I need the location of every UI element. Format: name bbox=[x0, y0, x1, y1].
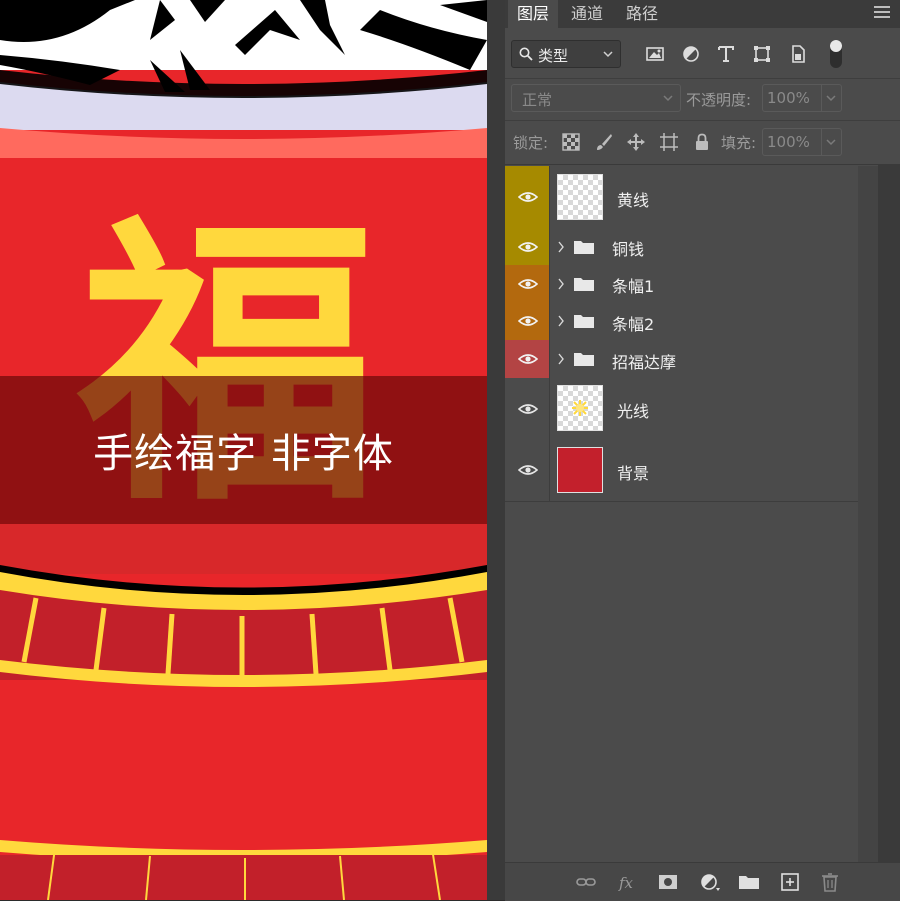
tab-paths[interactable]: 路径 bbox=[616, 0, 668, 28]
lock-artboard-icon[interactable] bbox=[659, 132, 679, 152]
panel-tabs: 图层 通道 路径 bbox=[505, 0, 900, 28]
chevron-right-icon[interactable] bbox=[557, 314, 565, 328]
layer-thumbnail bbox=[557, 385, 603, 431]
layers-bottom-bar: fx bbox=[505, 862, 900, 901]
eye-icon bbox=[518, 403, 538, 414]
type-filter-icon[interactable] bbox=[716, 44, 736, 64]
caption-overlay: 手绘福字 非字体 bbox=[0, 376, 487, 524]
visibility-toggle[interactable] bbox=[505, 302, 550, 340]
opacity-label: 不透明度: bbox=[686, 91, 752, 109]
smart-object-filter-icon[interactable] bbox=[788, 44, 808, 64]
layer-row[interactable]: 条幅2 bbox=[505, 302, 858, 341]
layer-name[interactable]: 条幅1 bbox=[612, 273, 654, 297]
shape-filter-icon[interactable] bbox=[752, 44, 772, 64]
pixel-filter-icon[interactable] bbox=[645, 44, 665, 64]
lock-transparent-pixels-icon[interactable] bbox=[561, 132, 581, 152]
lock-position-icon[interactable] bbox=[626, 132, 646, 152]
chevron-right-icon[interactable] bbox=[557, 352, 565, 366]
adjustment-layer-icon[interactable] bbox=[699, 872, 721, 892]
filter-toggle-switch[interactable] bbox=[830, 40, 842, 68]
chevron-right-icon[interactable] bbox=[557, 277, 565, 291]
opacity-field[interactable]: 100% bbox=[762, 84, 822, 112]
layer-row[interactable]: 招福达摩 bbox=[505, 340, 858, 379]
layer-thumbnail bbox=[557, 447, 603, 493]
folder-icon bbox=[574, 353, 594, 366]
layers-panel: 图层 通道 路径 类型 正常 不透明度: 100% 锁定: 填充: 100% 黄… bbox=[505, 0, 900, 901]
chevron-down-icon bbox=[603, 51, 613, 58]
layer-thumbnail bbox=[557, 174, 603, 220]
visibility-toggle[interactable] bbox=[505, 439, 550, 501]
fill-label: 填充: bbox=[721, 134, 757, 152]
eye-icon bbox=[518, 192, 538, 202]
layer-name[interactable]: 黄线 bbox=[617, 187, 649, 211]
layer-name[interactable]: 铜钱 bbox=[612, 236, 644, 260]
panel-edge bbox=[878, 164, 900, 900]
lock-image-pixels-icon[interactable] bbox=[594, 132, 614, 152]
layer-row[interactable]: 光线 bbox=[505, 378, 858, 440]
filter-kind-select[interactable]: 类型 bbox=[511, 40, 621, 68]
folder-icon bbox=[574, 240, 594, 254]
layer-filter-row: 类型 bbox=[505, 28, 900, 79]
link-layers-icon[interactable] bbox=[575, 872, 597, 892]
blend-mode-value: 正常 bbox=[522, 91, 553, 109]
folder-icon bbox=[574, 315, 594, 328]
eye-icon bbox=[518, 241, 538, 252]
opacity-dropdown[interactable] bbox=[822, 84, 842, 112]
layer-name[interactable]: 背景 bbox=[617, 460, 649, 484]
visibility-toggle[interactable] bbox=[505, 265, 550, 302]
layer-row[interactable]: 条幅1 bbox=[505, 265, 858, 303]
chevron-down-icon bbox=[826, 95, 836, 102]
eye-icon bbox=[518, 465, 538, 475]
layer-row[interactable]: 黄线 bbox=[505, 166, 858, 229]
layers-scrollbar[interactable] bbox=[858, 166, 878, 866]
lock-label: 锁定: bbox=[513, 134, 549, 152]
visibility-toggle[interactable] bbox=[505, 340, 550, 378]
trash-icon[interactable] bbox=[819, 872, 841, 892]
visibility-toggle[interactable] bbox=[505, 378, 550, 439]
fill-dropdown[interactable] bbox=[822, 128, 842, 156]
caption-text: 手绘福字 非字体 bbox=[93, 431, 394, 477]
new-group-icon[interactable] bbox=[738, 872, 760, 892]
filter-kind-label: 类型 bbox=[538, 47, 569, 65]
lock-row: 锁定: 填充: 100% bbox=[505, 120, 900, 165]
chevron-down-icon bbox=[826, 139, 836, 146]
chevron-down-icon bbox=[663, 95, 673, 102]
eye-icon bbox=[518, 278, 538, 289]
panel-menu-icon[interactable] bbox=[874, 6, 890, 20]
eye-icon bbox=[518, 316, 538, 326]
blend-mode-select[interactable]: 正常 bbox=[511, 84, 681, 112]
layer-name[interactable]: 招福达摩 bbox=[612, 349, 676, 373]
fill-field[interactable]: 100% bbox=[762, 128, 822, 156]
visibility-toggle[interactable] bbox=[505, 228, 550, 265]
fx-icon[interactable]: fx bbox=[617, 872, 639, 892]
search-icon bbox=[519, 47, 533, 61]
chevron-right-icon[interactable] bbox=[557, 240, 565, 254]
lock-all-icon[interactable] bbox=[692, 132, 712, 152]
tab-channels[interactable]: 通道 bbox=[562, 0, 612, 28]
adjustment-filter-icon[interactable] bbox=[681, 44, 701, 64]
layer-name[interactable]: 条幅2 bbox=[612, 311, 654, 335]
layer-name[interactable]: 光线 bbox=[617, 398, 649, 422]
add-mask-icon[interactable] bbox=[657, 872, 679, 892]
layer-row[interactable]: 铜钱 bbox=[505, 228, 858, 266]
blend-row: 正常 不透明度: 100% bbox=[505, 78, 900, 121]
folder-icon bbox=[574, 277, 594, 291]
svg-text:fx: fx bbox=[618, 874, 634, 892]
new-layer-icon[interactable] bbox=[779, 872, 801, 892]
layer-row[interactable]: 背景 bbox=[505, 439, 858, 502]
sunburst-icon bbox=[572, 400, 588, 416]
canvas-panel-divider bbox=[487, 0, 505, 900]
tab-layers[interactable]: 图层 bbox=[508, 0, 558, 28]
document-canvas[interactable]: 福 手绘福字 非字体 bbox=[0, 0, 487, 900]
visibility-toggle[interactable] bbox=[505, 166, 550, 228]
eye-icon bbox=[518, 354, 538, 364]
